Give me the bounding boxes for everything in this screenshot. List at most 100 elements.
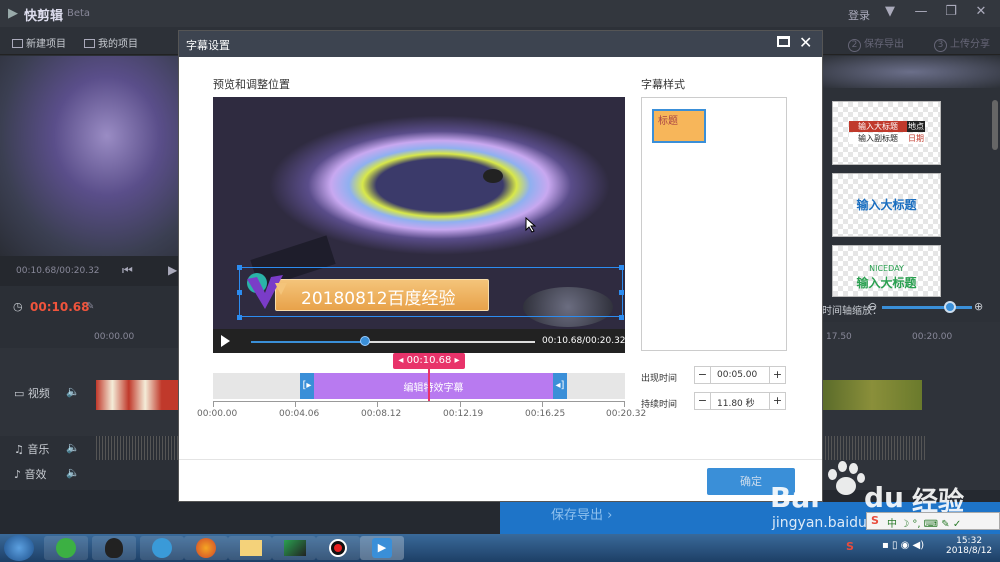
resize-handle-bl[interactable] xyxy=(237,315,242,320)
appear-decrement-button[interactable]: − xyxy=(695,367,711,383)
step3-number: 3 xyxy=(934,39,947,52)
step-upload-share: 3 上传分享 xyxy=(934,35,990,52)
duration-increment-button[interactable]: + xyxy=(769,393,785,409)
record-dot xyxy=(334,544,342,552)
menu-dropdown-icon[interactable]: ▼ xyxy=(879,4,901,22)
dialog-maximize-icon[interactable] xyxy=(777,36,790,47)
resize-handle-br[interactable] xyxy=(619,315,624,320)
music-track-label: ♫ 音乐 xyxy=(14,441,49,457)
zoom-in-icon[interactable]: ⊕ xyxy=(974,300,983,313)
login-link[interactable]: 登录 xyxy=(848,7,870,23)
ruler-mark-1: 17.50 xyxy=(826,332,852,342)
clip-label: 编辑特效字幕 xyxy=(403,383,464,394)
duration-decrement-button[interactable]: − xyxy=(695,393,711,409)
ime-toolbar[interactable]: S 中 ☽ °, ⌨ ✎ ✓ xyxy=(866,512,1000,530)
edit-time-icon[interactable]: ✎ xyxy=(86,301,94,312)
video-clip-thumbnails[interactable] xyxy=(96,380,178,410)
tray-sogou-icon[interactable]: S xyxy=(846,540,854,553)
video-mute-icon[interactable]: 🔈 xyxy=(66,385,80,398)
ruler-label: 00:08.12 xyxy=(361,409,402,419)
duration-value[interactable]: 11.80 秒 xyxy=(717,396,755,409)
video-clip-tail[interactable] xyxy=(822,380,922,410)
taskbar-app-firefox[interactable] xyxy=(184,536,228,560)
tray-clock[interactable]: 15:32 2018/8/12 xyxy=(946,536,992,556)
play-logo-icon: ▶ xyxy=(8,6,18,21)
prev-frame-icon[interactable]: ⏮ xyxy=(122,263,133,278)
template-card-2[interactable]: 输入大标题 xyxy=(832,173,941,237)
template-scrollbar[interactable] xyxy=(992,100,998,150)
app-title: 快剪辑 xyxy=(24,9,64,24)
plus-box-icon xyxy=(12,39,23,48)
new-project-label: 新建项目 xyxy=(26,39,66,50)
tpl1-title: 输入大标题 xyxy=(849,121,907,132)
save-export-label: 保存导出 › xyxy=(551,508,613,523)
app-icon xyxy=(284,540,306,556)
clip-right-handle-icon[interactable]: ◂] xyxy=(553,373,567,399)
zoom-slider-track[interactable] xyxy=(882,306,972,309)
qq-penguin-icon xyxy=(105,538,123,558)
zoom-slider-knob[interactable] xyxy=(944,301,956,313)
taskbar-app-green[interactable] xyxy=(272,536,316,560)
minimize-icon[interactable]: — xyxy=(910,4,932,22)
ruler-tick xyxy=(624,401,625,407)
preview-seek-knob[interactable] xyxy=(360,336,370,346)
dialog-header xyxy=(179,31,822,57)
appear-time-stepper: − 00:05.00 + xyxy=(694,366,786,384)
paw-pad xyxy=(836,477,856,495)
taskbar-app-360[interactable] xyxy=(44,536,88,560)
current-time: 00:10.68 xyxy=(30,300,90,314)
ruler-label: 00:20.32 xyxy=(606,409,647,419)
ruler-tick xyxy=(377,401,378,407)
appear-increment-button[interactable]: + xyxy=(769,367,785,383)
sfx-icon: ♪ xyxy=(14,468,25,481)
dialog-close-icon[interactable]: ✕ xyxy=(799,33,812,52)
record-icon xyxy=(329,539,347,557)
clock-icon: ◷ xyxy=(13,300,23,313)
new-project-button[interactable]: 新建项目 xyxy=(12,35,66,50)
ruler-label: 00:16.25 xyxy=(525,409,566,419)
timeline-playhead[interactable] xyxy=(428,369,430,401)
playhead-time-text: 00:10.68 xyxy=(406,355,452,366)
playhead-time-flag[interactable]: ◂ 00:10.68 ▸ xyxy=(393,353,465,369)
duration-stepper: − 11.80 秒 + xyxy=(694,392,786,410)
ruler-label: 00:12.19 xyxy=(443,409,484,419)
watermark-bai: Bai xyxy=(770,481,820,514)
resize-handle-tr[interactable] xyxy=(619,265,624,270)
taskbar-app-kuaijianji[interactable]: ▶ xyxy=(360,536,404,560)
step3-label: 上传分享 xyxy=(950,39,990,50)
template-card-1[interactable]: 输入大标题 地点 输入副标题 日期 xyxy=(832,101,941,165)
dialog-ruler xyxy=(213,401,625,407)
tray-icons[interactable]: ▪ ▯ ◉ ◀) xyxy=(882,540,924,551)
app-close-icon[interactable]: ✕ xyxy=(970,4,992,22)
restore-icon[interactable]: ❐ xyxy=(940,4,962,22)
dialog-title: 字幕设置 xyxy=(186,39,230,52)
caption-text[interactable]: 20180812百度经验 xyxy=(301,284,456,309)
main-time-display: 00:10.68/00:20.32 xyxy=(16,266,100,276)
zoom-out-icon[interactable]: ⊖ xyxy=(868,300,877,313)
taskbar-app-qq[interactable] xyxy=(92,536,136,560)
appear-time-value[interactable]: 00:05.00 xyxy=(717,370,757,380)
clip-left-handle-icon[interactable]: [▸ xyxy=(300,373,314,399)
paw-logo-icon xyxy=(824,457,866,497)
taskbar-app-explorer[interactable] xyxy=(228,536,272,560)
appear-time-label: 出现时间 xyxy=(641,374,678,384)
sfx-mute-icon[interactable]: 🔈 xyxy=(66,466,80,479)
tpl1-tag2: 日期 xyxy=(907,133,925,144)
app-beta-label: Beta xyxy=(67,8,91,19)
tpl2-title: 输入大标题 xyxy=(856,198,917,212)
resize-handle-mr[interactable] xyxy=(619,290,624,295)
firefox-icon xyxy=(196,538,216,558)
taskbar-app-player[interactable] xyxy=(140,536,184,560)
start-button-icon[interactable] xyxy=(4,535,34,561)
main-play-icon[interactable]: ▶ xyxy=(168,263,177,277)
taskbar-app-recorder[interactable] xyxy=(316,536,360,560)
app-360-icon xyxy=(56,538,76,558)
timeline-ruler-start: 00:00.00 xyxy=(94,332,135,342)
music-track-text: 音乐 xyxy=(27,443,50,456)
music-mute-icon[interactable]: 🔈 xyxy=(66,441,80,454)
template-card-3[interactable]: NICEDAY 输入大标题 xyxy=(832,245,941,297)
ruler-label: 00:00.00 xyxy=(197,409,238,419)
kuaijianji-icon: ▶ xyxy=(372,538,392,558)
preview-play-icon[interactable] xyxy=(221,335,230,347)
my-projects-button[interactable]: 我的项目 xyxy=(84,35,138,50)
